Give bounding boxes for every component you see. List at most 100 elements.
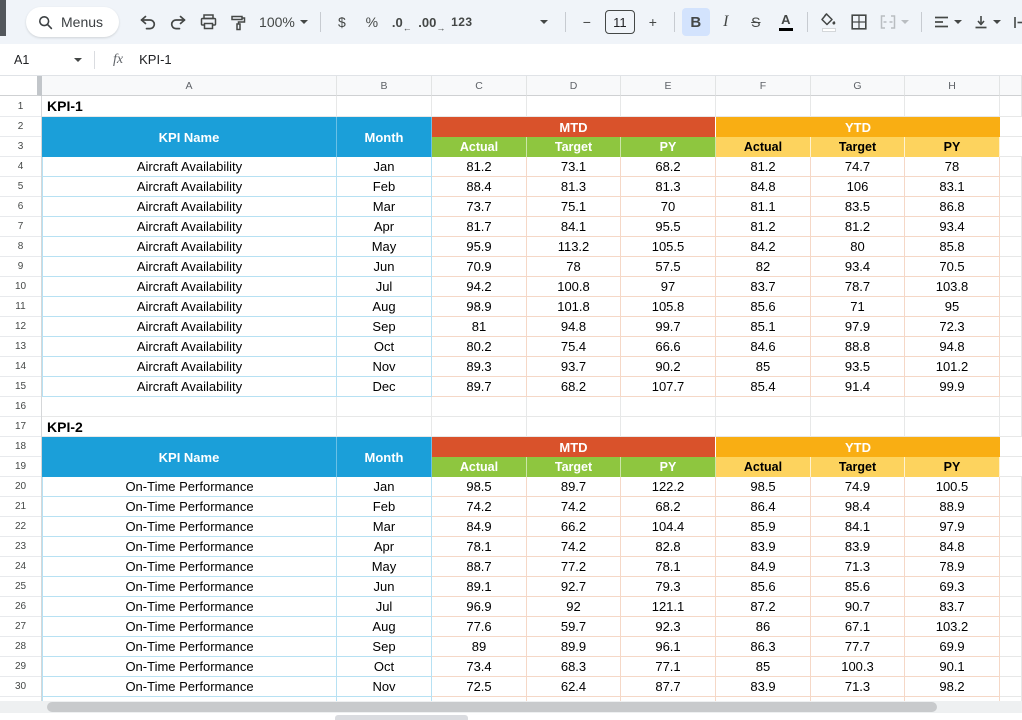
- value-cell[interactable]: 91.4: [811, 377, 905, 397]
- value-cell[interactable]: 92.3: [621, 617, 716, 637]
- value-cell[interactable]: 85.6: [716, 297, 811, 317]
- cell[interactable]: [1000, 637, 1022, 657]
- value-cell[interactable]: 78: [527, 257, 621, 277]
- value-cell[interactable]: 93.4: [811, 257, 905, 277]
- value-cell[interactable]: 84.9: [716, 557, 811, 577]
- row-header[interactable]: 11: [0, 297, 41, 317]
- kpi-name-cell[interactable]: Aircraft Availability: [42, 217, 337, 237]
- cell[interactable]: [527, 96, 621, 117]
- value-cell[interactable]: 89.1: [432, 577, 527, 597]
- value-cell[interactable]: 84.2: [716, 237, 811, 257]
- value-cell[interactable]: 66.2: [527, 517, 621, 537]
- cell[interactable]: [1000, 137, 1022, 157]
- kpi-name-cell[interactable]: On-Time Performance: [42, 597, 337, 617]
- value-cell[interactable]: 73.4: [432, 657, 527, 677]
- value-cell[interactable]: 86: [716, 617, 811, 637]
- cell-title[interactable]: KPI-2: [42, 417, 337, 437]
- cell[interactable]: [1000, 317, 1022, 337]
- value-cell[interactable]: 83.9: [811, 537, 905, 557]
- row-header[interactable]: 9: [0, 257, 41, 277]
- value-cell[interactable]: 72.3: [905, 317, 1000, 337]
- currency-format-button[interactable]: $: [328, 8, 356, 36]
- cell[interactable]: [1000, 557, 1022, 577]
- value-cell[interactable]: 85.9: [716, 517, 811, 537]
- row-header[interactable]: 10: [0, 277, 41, 297]
- subheader-cell[interactable]: Actual: [432, 457, 527, 477]
- value-cell[interactable]: 107.7: [621, 377, 716, 397]
- percent-format-button[interactable]: %: [358, 8, 386, 36]
- value-cell[interactable]: 74.2: [432, 497, 527, 517]
- column-header[interactable]: H: [905, 76, 1000, 96]
- cell-title[interactable]: KPI-1: [42, 96, 337, 117]
- value-cell[interactable]: 100.8: [527, 277, 621, 297]
- text-color-button[interactable]: A: [772, 8, 800, 36]
- value-cell[interactable]: 96.9: [432, 597, 527, 617]
- value-cell[interactable]: 106: [811, 177, 905, 197]
- subheader-cell[interactable]: Actual: [716, 457, 811, 477]
- value-cell[interactable]: 84.8: [716, 177, 811, 197]
- value-cell[interactable]: 83.1: [905, 177, 1000, 197]
- row-header[interactable]: 7: [0, 217, 41, 237]
- italic-button[interactable]: I: [712, 8, 740, 36]
- row-header[interactable]: 1: [0, 96, 41, 117]
- value-cell[interactable]: 78.1: [621, 557, 716, 577]
- month-cell[interactable]: Apr: [337, 537, 432, 557]
- cell[interactable]: [716, 417, 811, 437]
- cell[interactable]: [1000, 677, 1022, 697]
- cell[interactable]: [1000, 197, 1022, 217]
- value-cell[interactable]: 85.8: [905, 237, 1000, 257]
- value-cell[interactable]: 71: [811, 297, 905, 317]
- cell[interactable]: [811, 397, 905, 417]
- cell[interactable]: [1000, 96, 1022, 117]
- value-cell[interactable]: 73.7: [432, 197, 527, 217]
- value-cell[interactable]: 68.3: [527, 657, 621, 677]
- row-header[interactable]: 5: [0, 177, 41, 197]
- month-cell[interactable]: Mar: [337, 517, 432, 537]
- subheader-cell[interactable]: PY: [621, 457, 716, 477]
- value-cell[interactable]: 95.5: [621, 217, 716, 237]
- value-cell[interactable]: 83.9: [716, 537, 811, 557]
- value-cell[interactable]: 103.8: [905, 277, 1000, 297]
- value-cell[interactable]: 77.7: [811, 637, 905, 657]
- column-header[interactable]: B: [337, 76, 432, 96]
- row-header[interactable]: 27: [0, 617, 41, 637]
- row-header[interactable]: 15: [0, 377, 41, 397]
- kpi-name-cell[interactable]: On-Time Performance: [42, 657, 337, 677]
- value-cell[interactable]: 81.2: [811, 217, 905, 237]
- value-cell[interactable]: 83.9: [716, 677, 811, 697]
- cell[interactable]: [905, 397, 1000, 417]
- value-cell[interactable]: 67.1: [811, 617, 905, 637]
- value-cell[interactable]: 82.8: [621, 537, 716, 557]
- kpi-name-cell[interactable]: Aircraft Availability: [42, 157, 337, 177]
- subheader-cell[interactable]: Target: [811, 457, 905, 477]
- value-cell[interactable]: 80: [811, 237, 905, 257]
- value-cell[interactable]: 93.7: [527, 357, 621, 377]
- value-cell[interactable]: 95: [905, 297, 1000, 317]
- value-cell[interactable]: 80.2: [432, 337, 527, 357]
- more-formats-button[interactable]: 123: [448, 8, 476, 36]
- print-button[interactable]: [194, 8, 222, 36]
- row-header[interactable]: 13: [0, 337, 41, 357]
- kpi-name-cell[interactable]: On-Time Performance: [42, 617, 337, 637]
- value-cell[interactable]: 113.2: [527, 237, 621, 257]
- month-cell[interactable]: Oct: [337, 657, 432, 677]
- value-cell[interactable]: 96.1: [621, 637, 716, 657]
- paint-format-button[interactable]: [224, 8, 252, 36]
- value-cell[interactable]: 81.7: [432, 217, 527, 237]
- value-cell[interactable]: 81: [432, 317, 527, 337]
- month-cell[interactable]: Aug: [337, 297, 432, 317]
- month-cell[interactable]: Aug: [337, 617, 432, 637]
- cell[interactable]: [1000, 177, 1022, 197]
- row-header[interactable]: 30: [0, 677, 41, 697]
- value-cell[interactable]: 70.9: [432, 257, 527, 277]
- kpi-name-cell[interactable]: Aircraft Availability: [42, 197, 337, 217]
- cell[interactable]: [621, 397, 716, 417]
- name-box[interactable]: A1: [0, 53, 82, 67]
- cell[interactable]: [1000, 117, 1022, 137]
- row-header[interactable]: 21: [0, 497, 41, 517]
- subheader-cell[interactable]: Target: [811, 137, 905, 157]
- kpi-name-cell[interactable]: Aircraft Availability: [42, 337, 337, 357]
- value-cell[interactable]: 89.7: [527, 477, 621, 497]
- value-cell[interactable]: 88.9: [905, 497, 1000, 517]
- value-cell[interactable]: 89: [432, 637, 527, 657]
